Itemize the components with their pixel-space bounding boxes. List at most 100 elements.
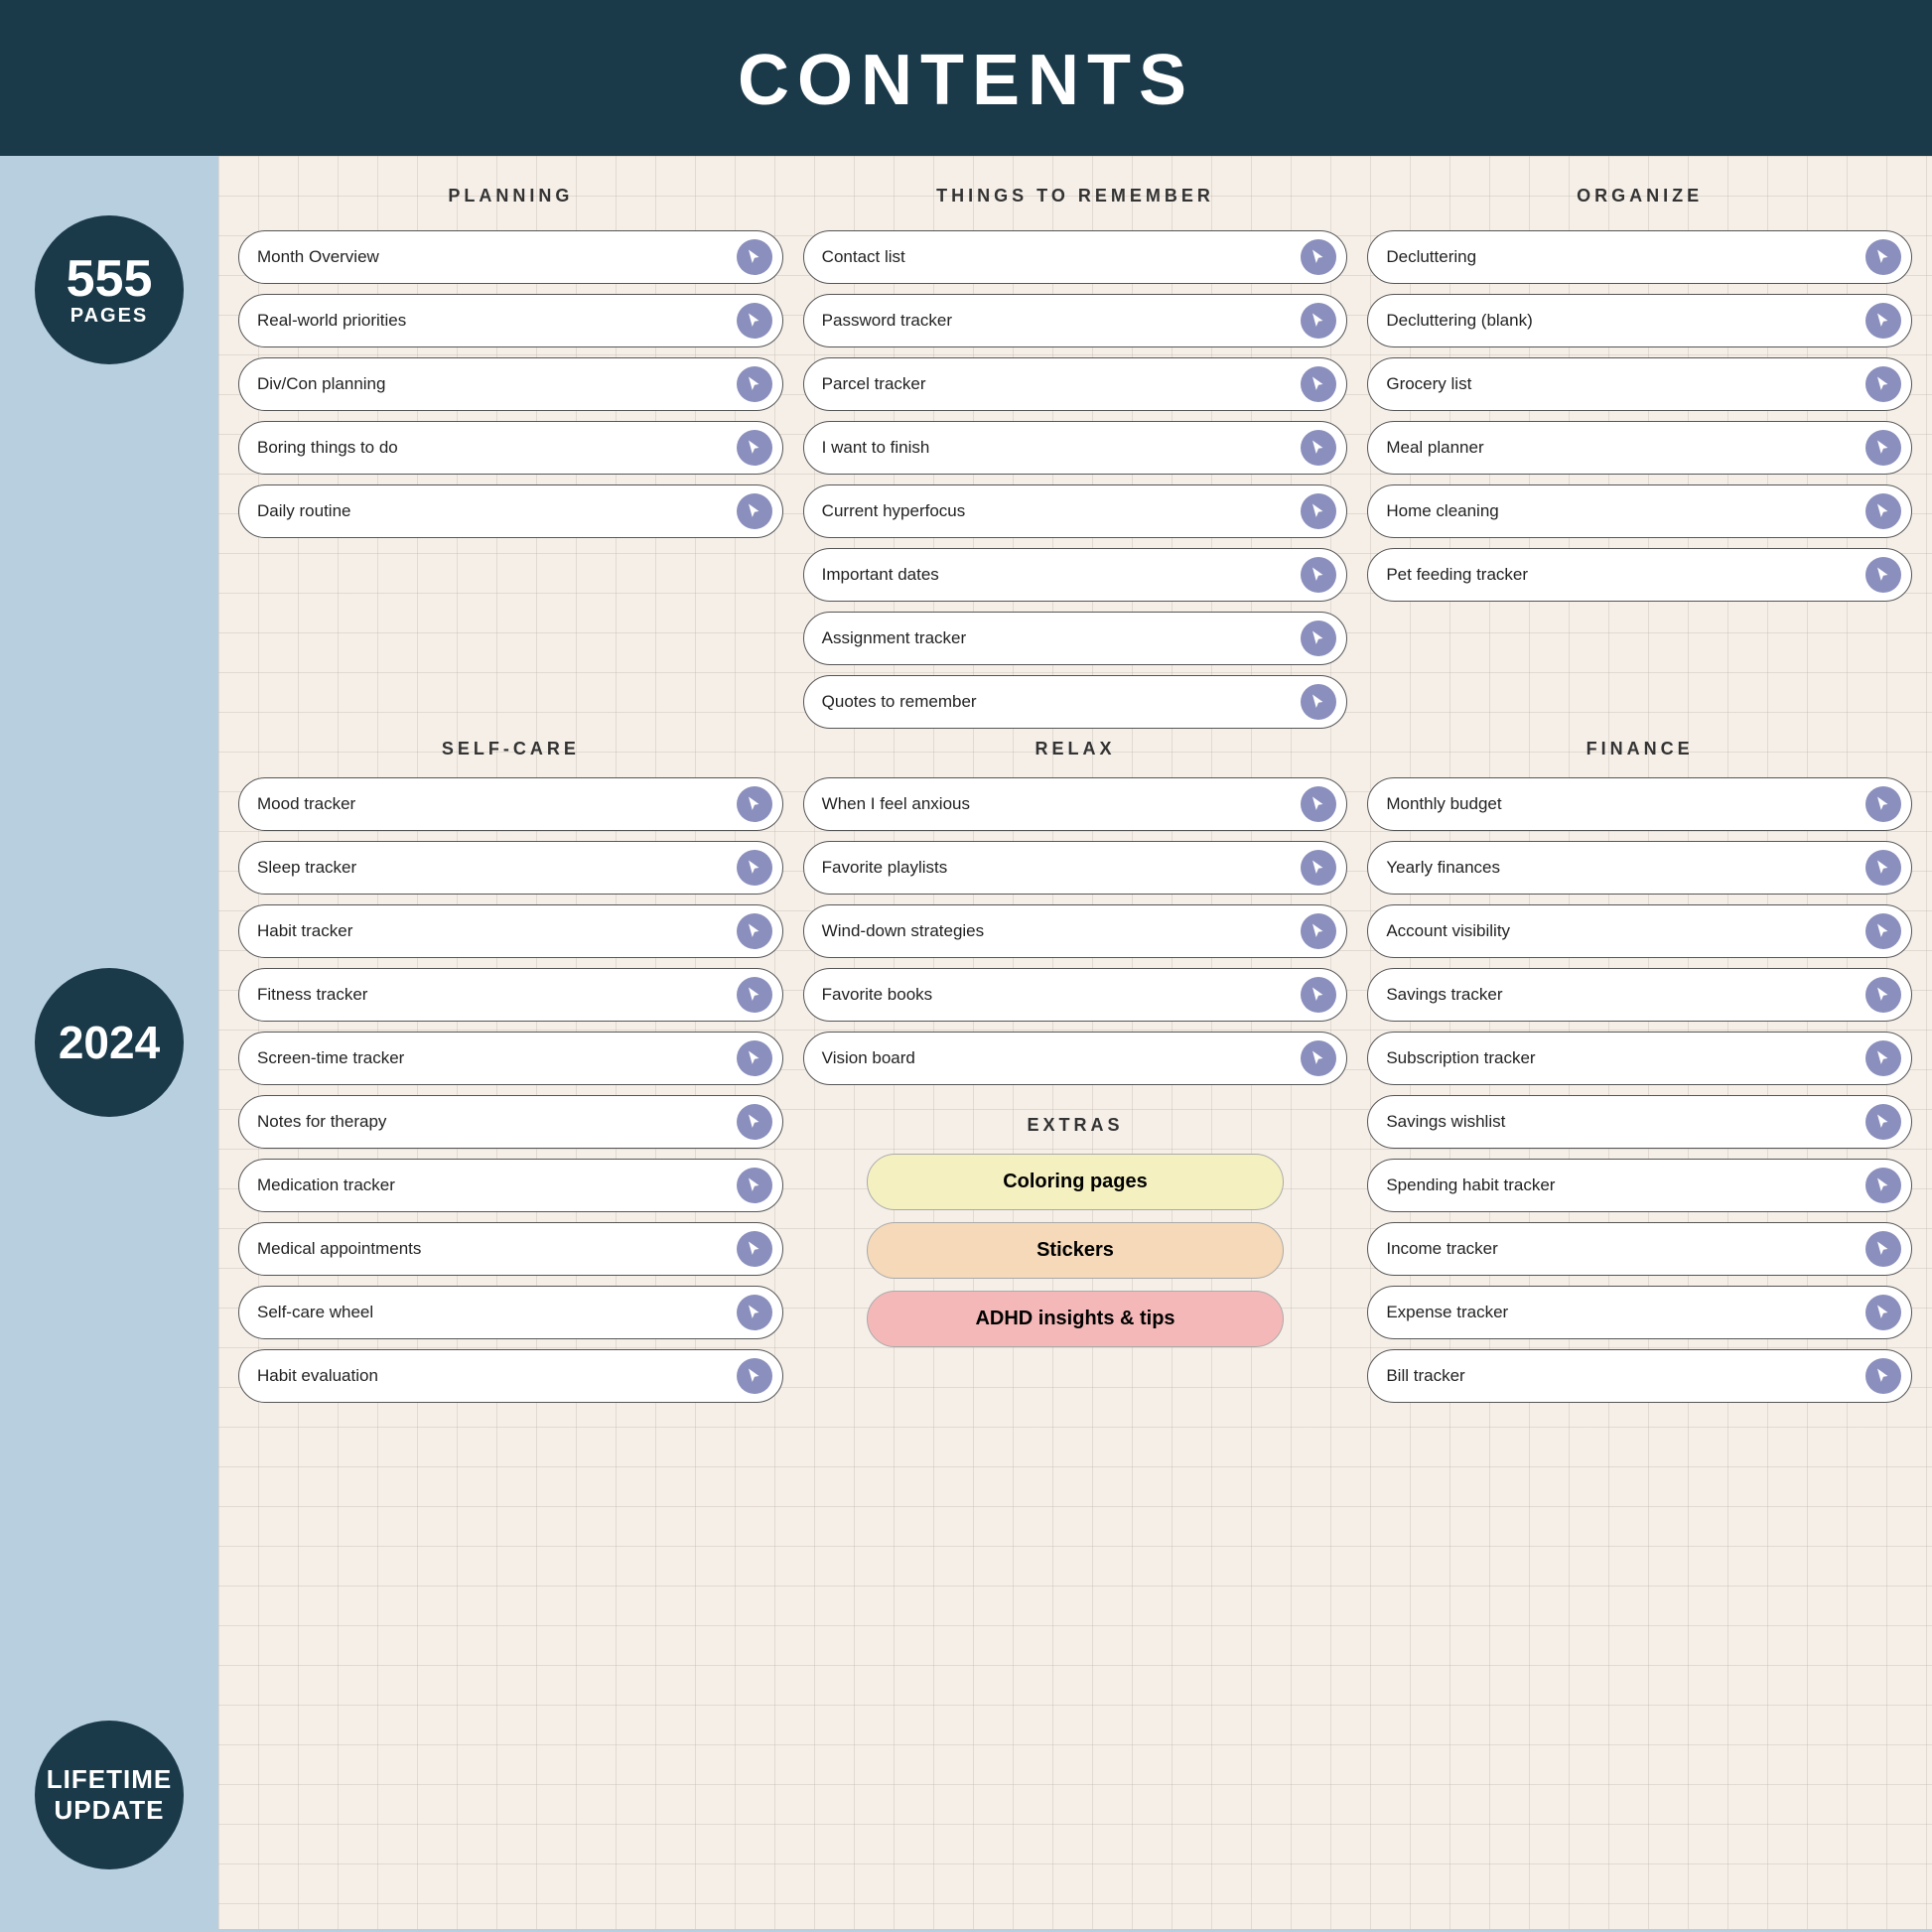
cursor-icon	[737, 1168, 772, 1203]
lifetime-badge: LIFETIMEUPDATE	[35, 1721, 184, 1869]
list-item[interactable]: Parcel tracker	[803, 357, 1348, 411]
cursor-icon	[1301, 430, 1336, 466]
cursor-icon	[1865, 1295, 1901, 1330]
selfcare-column: SELF-CARE Mood tracker Sleep tracker Hab…	[238, 739, 783, 1413]
item-label: Mood tracker	[257, 794, 355, 814]
extras-button[interactable]: ADHD insights & tips	[867, 1291, 1284, 1347]
pages-badge: 555 PAGES	[35, 215, 184, 364]
cursor-icon	[1865, 1104, 1901, 1140]
relax-items: When I feel anxious Favorite playlists W…	[803, 777, 1348, 1085]
list-item[interactable]: Div/Con planning	[238, 357, 783, 411]
planning-items: Month Overview Real-world priorities Div…	[238, 230, 783, 538]
item-label: Savings tracker	[1386, 985, 1502, 1005]
list-item[interactable]: Daily routine	[238, 484, 783, 538]
relax-extras-column: RELAX When I feel anxious Favorite playl…	[803, 739, 1348, 1413]
list-item[interactable]: Account visibility	[1367, 904, 1912, 958]
things-title: THINGS TO REMEMBER	[803, 186, 1348, 212]
list-item[interactable]: Assignment tracker	[803, 612, 1348, 665]
things-column: THINGS TO REMEMBER Contact list Password…	[803, 186, 1348, 739]
item-label: Pet feeding tracker	[1386, 565, 1528, 585]
list-item[interactable]: Grocery list	[1367, 357, 1912, 411]
item-label: Favorite books	[822, 985, 933, 1005]
list-item[interactable]: Password tracker	[803, 294, 1348, 347]
list-item[interactable]: Spending habit tracker	[1367, 1159, 1912, 1212]
list-item[interactable]: Bill tracker	[1367, 1349, 1912, 1403]
list-item[interactable]: Real-world priorities	[238, 294, 783, 347]
item-label: Daily routine	[257, 501, 351, 521]
list-item[interactable]: Savings tracker	[1367, 968, 1912, 1022]
list-item[interactable]: Monthly budget	[1367, 777, 1912, 831]
cursor-icon	[737, 239, 772, 275]
item-label: Monthly budget	[1386, 794, 1501, 814]
list-item[interactable]: Yearly finances	[1367, 841, 1912, 895]
list-item[interactable]: Wind-down strategies	[803, 904, 1348, 958]
extras-button[interactable]: Stickers	[867, 1222, 1284, 1279]
list-item[interactable]: Month Overview	[238, 230, 783, 284]
list-item[interactable]: Expense tracker	[1367, 1286, 1912, 1339]
list-item[interactable]: Screen-time tracker	[238, 1032, 783, 1085]
list-item[interactable]: Medical appointments	[238, 1222, 783, 1276]
list-item[interactable]: Decluttering	[1367, 230, 1912, 284]
list-item[interactable]: Favorite books	[803, 968, 1348, 1022]
list-item[interactable]: Meal planner	[1367, 421, 1912, 475]
list-item[interactable]: Vision board	[803, 1032, 1348, 1085]
list-item[interactable]: Important dates	[803, 548, 1348, 602]
item-label: Screen-time tracker	[257, 1048, 404, 1068]
list-item[interactable]: Sleep tracker	[238, 841, 783, 895]
pages-label: PAGES	[70, 305, 149, 328]
item-label: Meal planner	[1386, 438, 1483, 458]
list-item[interactable]: Quotes to remember	[803, 675, 1348, 729]
relax-title: RELAX	[803, 739, 1348, 759]
list-item[interactable]: Medication tracker	[238, 1159, 783, 1212]
list-item[interactable]: Home cleaning	[1367, 484, 1912, 538]
organize-title: ORGANIZE	[1367, 186, 1912, 212]
cursor-icon	[1865, 239, 1901, 275]
cursor-icon	[1301, 366, 1336, 402]
list-item[interactable]: When I feel anxious	[803, 777, 1348, 831]
cursor-icon	[1865, 786, 1901, 822]
list-item[interactable]: Savings wishlist	[1367, 1095, 1912, 1149]
item-label: Spending habit tracker	[1386, 1175, 1555, 1195]
finance-items: Monthly budget Yearly finances Account v…	[1367, 777, 1912, 1403]
cursor-icon	[1301, 850, 1336, 886]
list-item[interactable]: Income tracker	[1367, 1222, 1912, 1276]
planning-title: PLANNING	[238, 186, 783, 212]
cursor-icon	[1301, 1040, 1336, 1076]
list-item[interactable]: Favorite playlists	[803, 841, 1348, 895]
item-label: Habit tracker	[257, 921, 352, 941]
list-item[interactable]: Decluttering (blank)	[1367, 294, 1912, 347]
things-items: Contact list Password tracker Parcel tra…	[803, 230, 1348, 729]
list-item[interactable]: Boring things to do	[238, 421, 783, 475]
item-label: Medication tracker	[257, 1175, 395, 1195]
item-label: Current hyperfocus	[822, 501, 966, 521]
item-label: I want to finish	[822, 438, 930, 458]
list-item[interactable]: Current hyperfocus	[803, 484, 1348, 538]
cursor-icon	[1301, 977, 1336, 1013]
extras-section: EXTRAS Coloring pagesStickersADHD insigh…	[803, 1115, 1348, 1359]
cursor-icon	[737, 977, 772, 1013]
page-header: CONTENTS	[0, 0, 1932, 156]
item-label: Div/Con planning	[257, 374, 385, 394]
list-item[interactable]: Subscription tracker	[1367, 1032, 1912, 1085]
cursor-icon	[737, 366, 772, 402]
item-label: Savings wishlist	[1386, 1112, 1505, 1132]
item-label: When I feel anxious	[822, 794, 970, 814]
list-item[interactable]: Mood tracker	[238, 777, 783, 831]
list-item[interactable]: Habit tracker	[238, 904, 783, 958]
bottom-columns: SELF-CARE Mood tracker Sleep tracker Hab…	[238, 739, 1912, 1413]
cursor-icon	[1301, 684, 1336, 720]
list-item[interactable]: Pet feeding tracker	[1367, 548, 1912, 602]
list-item[interactable]: Contact list	[803, 230, 1348, 284]
cursor-icon	[1865, 493, 1901, 529]
cursor-icon	[1301, 303, 1336, 339]
pages-number: 555	[67, 253, 153, 305]
list-item[interactable]: Fitness tracker	[238, 968, 783, 1022]
list-item[interactable]: Habit evaluation	[238, 1349, 783, 1403]
cursor-icon	[737, 850, 772, 886]
extras-button[interactable]: Coloring pages	[867, 1154, 1284, 1210]
list-item[interactable]: Notes for therapy	[238, 1095, 783, 1149]
list-item[interactable]: Self-care wheel	[238, 1286, 783, 1339]
list-item[interactable]: I want to finish	[803, 421, 1348, 475]
item-label: Fitness tracker	[257, 985, 367, 1005]
item-label: Income tracker	[1386, 1239, 1497, 1259]
